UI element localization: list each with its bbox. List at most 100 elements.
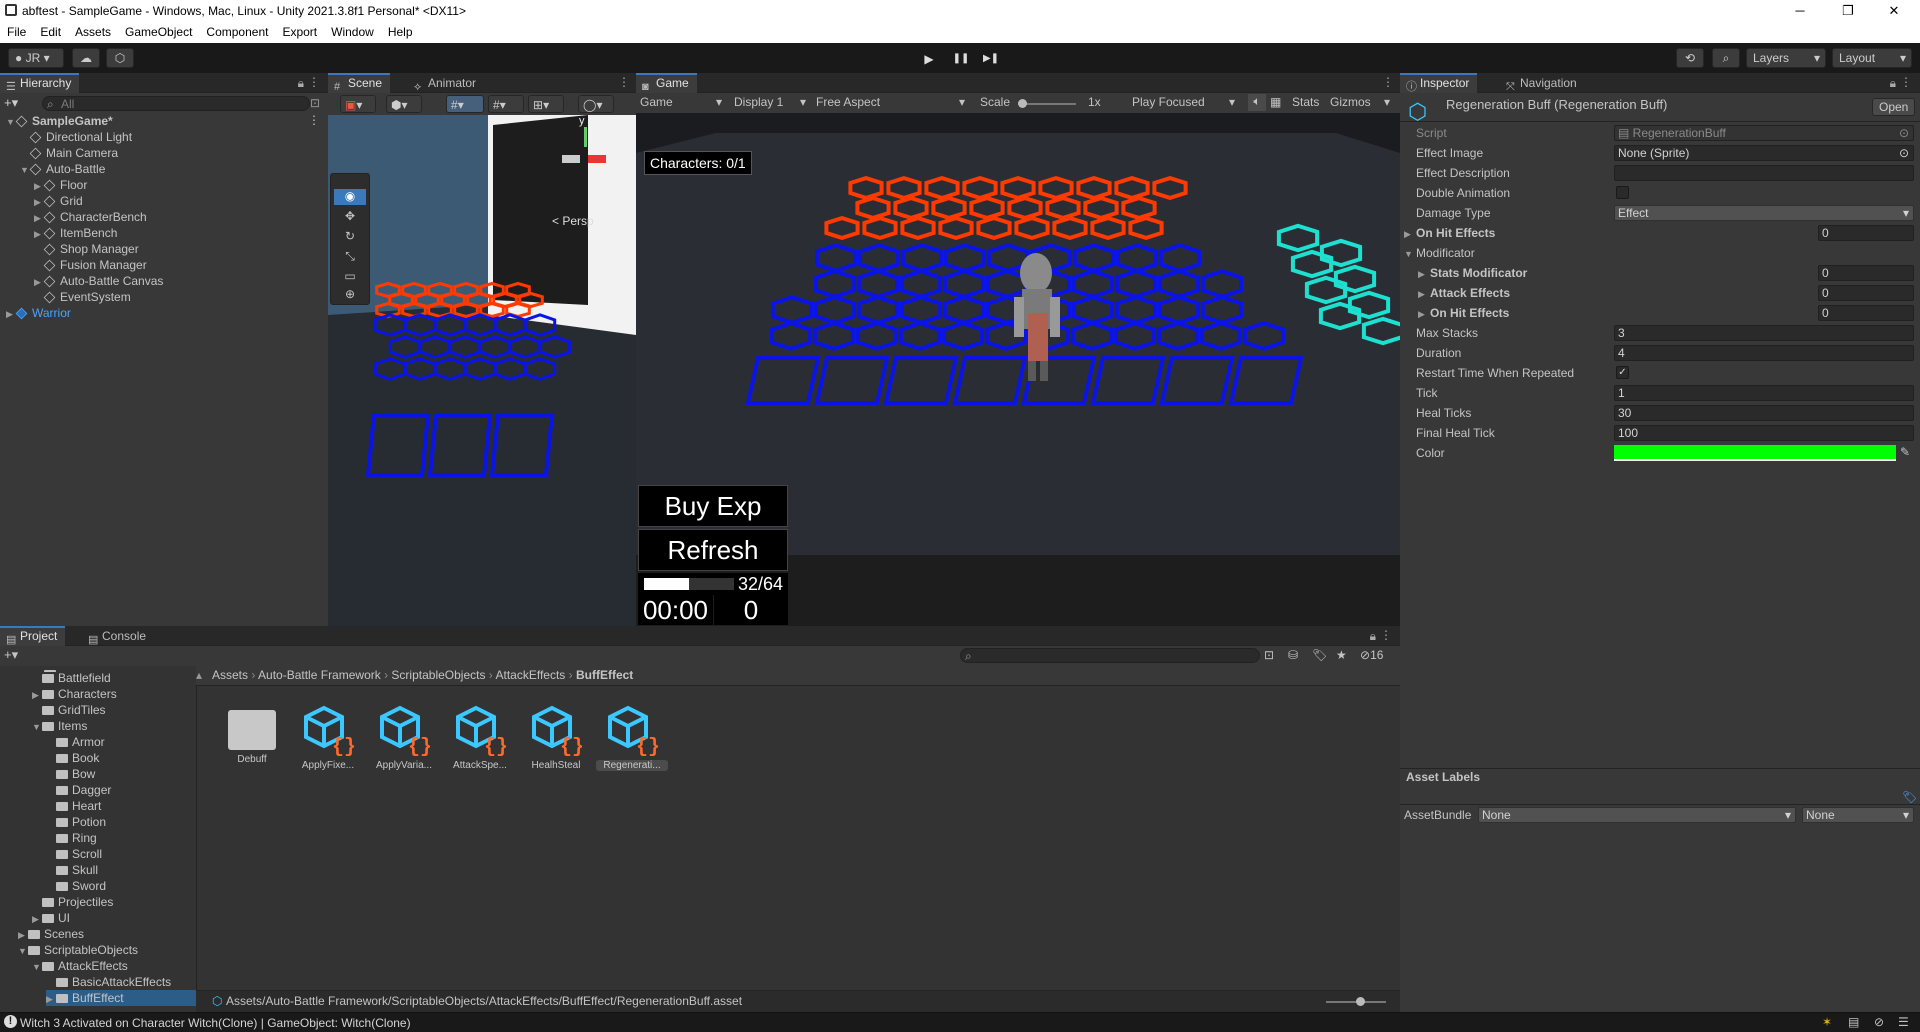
value-field[interactable]: None (Sprite) ⊙ bbox=[1614, 145, 1914, 161]
transform-tool-icon[interactable]: ⊕ bbox=[334, 287, 366, 301]
minimize-button[interactable]: ─ bbox=[1788, 2, 1812, 20]
scene-gizmo[interactable]: y bbox=[548, 115, 618, 200]
expand-arrow-icon[interactable]: ▼ bbox=[6, 114, 16, 130]
project-folder-item[interactable]: Book bbox=[46, 750, 99, 766]
more-options-icon[interactable]: ⋮ bbox=[308, 113, 320, 127]
play-focused-dropdown[interactable]: Play Focused ▾ bbox=[1132, 95, 1240, 109]
project-folder-item[interactable]: Armor bbox=[46, 734, 105, 750]
hierarchy-item[interactable]: ▶ Floor bbox=[34, 177, 87, 193]
project-folder-item[interactable]: Potion bbox=[46, 814, 106, 830]
move-tool-icon[interactable]: ✥ bbox=[334, 209, 366, 223]
tab-console[interactable]: ▤ Console bbox=[82, 626, 154, 646]
foldout-arrow-icon[interactable]: ▶ bbox=[1418, 266, 1430, 282]
breadcrumb-item[interactable]: ScriptableObjects bbox=[391, 668, 485, 682]
layers-dropdown[interactable]: Layers ▾ bbox=[1746, 48, 1826, 68]
toggle-checkbox[interactable] bbox=[1616, 186, 1629, 199]
project-folder-item[interactable]: Projectiles bbox=[32, 894, 113, 910]
rect-tool-icon[interactable]: ▭ bbox=[334, 269, 366, 283]
collab-button[interactable]: ⬡ bbox=[106, 48, 134, 68]
color-swatch[interactable] bbox=[1614, 445, 1896, 461]
tab-project[interactable]: ▤ Project bbox=[0, 626, 66, 646]
chevron-down-icon[interactable]: ▾ bbox=[1384, 95, 1390, 109]
open-button[interactable]: Open bbox=[1872, 98, 1916, 116]
add-button[interactable]: +▾ bbox=[4, 647, 18, 663]
menu-export[interactable]: Export bbox=[275, 22, 324, 39]
hierarchy-item[interactable]: Main Camera bbox=[20, 145, 118, 161]
hierarchy-item[interactable]: Fusion Manager bbox=[34, 257, 147, 273]
tab-navigation[interactable]: ⤧ Navigation bbox=[1500, 73, 1585, 93]
hierarchy-item[interactable]: Shop Manager bbox=[34, 241, 139, 257]
menu-help[interactable]: Help bbox=[381, 22, 420, 39]
filter-icon[interactable]: ⛁ bbox=[1288, 648, 1298, 662]
asset-scriptable-object[interactable]: {} AttackSpe... bbox=[444, 704, 516, 771]
refresh-button[interactable]: Refresh bbox=[638, 529, 788, 571]
list-size-field[interactable]: 0 bbox=[1818, 285, 1914, 301]
project-folder-item[interactable]: Heart bbox=[46, 798, 101, 814]
eyedropper-icon[interactable]: ✎ bbox=[1900, 445, 1910, 459]
project-folder-item[interactable]: ▶ BuffEffect bbox=[46, 990, 196, 1006]
hierarchy-item[interactable]: Directional Light bbox=[20, 129, 132, 145]
more-options-icon[interactable]: ⋮ bbox=[618, 75, 630, 89]
asset-folder[interactable]: Debuff bbox=[216, 704, 288, 765]
expand-arrow-icon[interactable]: ▶ bbox=[34, 178, 44, 194]
gizmo-toggle-button[interactable]: ◯▾ bbox=[578, 95, 614, 113]
more-options-icon[interactable]: ⋮ bbox=[1900, 75, 1912, 89]
hierarchy-search-input[interactable]: ⌕ All bbox=[42, 96, 310, 111]
aspect-dropdown[interactable]: Free Aspect ▾ bbox=[816, 95, 972, 109]
foldout-arrow-icon[interactable]: ▶ bbox=[1418, 306, 1430, 322]
menu-assets[interactable]: Assets bbox=[68, 22, 118, 39]
display-dropdown[interactable]: Display 1 ▾ bbox=[734, 95, 812, 109]
more-options-icon[interactable]: ⋮ bbox=[1382, 75, 1394, 89]
lock-icon[interactable]: 🔒︎ bbox=[1890, 76, 1896, 91]
status-message[interactable]: Witch 3 Activated on Character Witch(Clo… bbox=[20, 1016, 411, 1030]
asset-scriptable-object[interactable]: {} ApplyFixe... bbox=[292, 704, 364, 771]
2d-toggle-button[interactable]: ⬢▾ bbox=[386, 95, 422, 113]
asset-bundle-dropdown[interactable]: None ▾ bbox=[1478, 807, 1796, 823]
menu-component[interactable]: Component bbox=[199, 22, 275, 39]
expand-arrow-icon[interactable]: ▶ bbox=[18, 927, 28, 943]
view-tool-icon[interactable]: ◉ bbox=[334, 189, 366, 205]
add-button[interactable]: +▾ bbox=[4, 95, 18, 111]
project-folder-item[interactable]: ▶ Characters bbox=[32, 686, 117, 702]
value-field[interactable]: 4 bbox=[1614, 345, 1914, 361]
expand-arrow-icon[interactable]: ▶ bbox=[34, 226, 44, 242]
hidden-packages-icon[interactable]: ⊘16 bbox=[1360, 648, 1383, 662]
expand-arrow-icon[interactable]: ▶ bbox=[32, 911, 42, 927]
breadcrumb-item[interactable]: Assets bbox=[212, 668, 248, 682]
list-size-field[interactable]: 0 bbox=[1818, 225, 1914, 241]
menu-gameobject[interactable]: GameObject bbox=[118, 22, 199, 39]
pause-button[interactable]: ❚❚ bbox=[946, 49, 976, 69]
project-folder-item[interactable]: Dagger bbox=[46, 782, 111, 798]
expand-arrow-icon[interactable]: ▶ bbox=[32, 687, 42, 703]
persp-label[interactable]: < Persp bbox=[552, 214, 594, 228]
hierarchy-item[interactable]: ▼ Auto-Battle bbox=[20, 161, 105, 177]
project-folder-item[interactable]: Ring bbox=[46, 830, 97, 846]
tab-hierarchy[interactable]: ☰ Hierarchy bbox=[0, 73, 80, 93]
play-button[interactable]: ▶ bbox=[914, 49, 944, 69]
breadcrumb-item[interactable]: Auto-Battle Framework bbox=[258, 668, 381, 682]
hierarchy-item[interactable]: EventSystem bbox=[34, 289, 131, 305]
more-options-icon[interactable]: ⋮ bbox=[1380, 628, 1392, 642]
history-button[interactable]: ⟲ bbox=[1676, 48, 1704, 68]
toggle-checkbox[interactable]: ✓ bbox=[1616, 366, 1629, 379]
more-options-icon[interactable]: ⋮ bbox=[308, 75, 320, 89]
expand-arrow-icon[interactable]: ▶ bbox=[6, 306, 16, 322]
expand-arrow-icon[interactable]: ▶ bbox=[34, 274, 44, 290]
label-icon[interactable]: 🏷︎ bbox=[1312, 648, 1327, 662]
list-size-field[interactable]: 0 bbox=[1818, 265, 1914, 281]
hierarchy-item[interactable]: ▼ SampleGame* bbox=[6, 113, 113, 129]
draw-mode-button[interactable]: ▣▾ bbox=[340, 95, 376, 113]
project-folder-item[interactable]: ▶ Scenes bbox=[18, 926, 84, 942]
project-folder-item[interactable]: BasicAttackEffects bbox=[46, 974, 171, 990]
asset-scriptable-object[interactable]: {} ApplyVaria... bbox=[368, 704, 440, 771]
hierarchy-item[interactable]: ▶ CharacterBench bbox=[34, 209, 147, 225]
object-picker-icon[interactable]: ⊙ bbox=[1899, 146, 1909, 160]
hierarchy-item[interactable]: ▶ Grid bbox=[34, 193, 83, 209]
account-button[interactable]: ● JR ▾ bbox=[8, 48, 64, 68]
expand-arrow-icon[interactable]: ▶ bbox=[34, 194, 44, 210]
tab-inspector[interactable]: ⓘ Inspector bbox=[1400, 73, 1478, 93]
project-folder-item[interactable]: Scroll bbox=[46, 846, 102, 862]
project-search-input[interactable]: ⌕ bbox=[960, 648, 1260, 663]
menu-window[interactable]: Window bbox=[324, 22, 381, 39]
search-button[interactable]: ⌕ bbox=[1712, 48, 1740, 68]
